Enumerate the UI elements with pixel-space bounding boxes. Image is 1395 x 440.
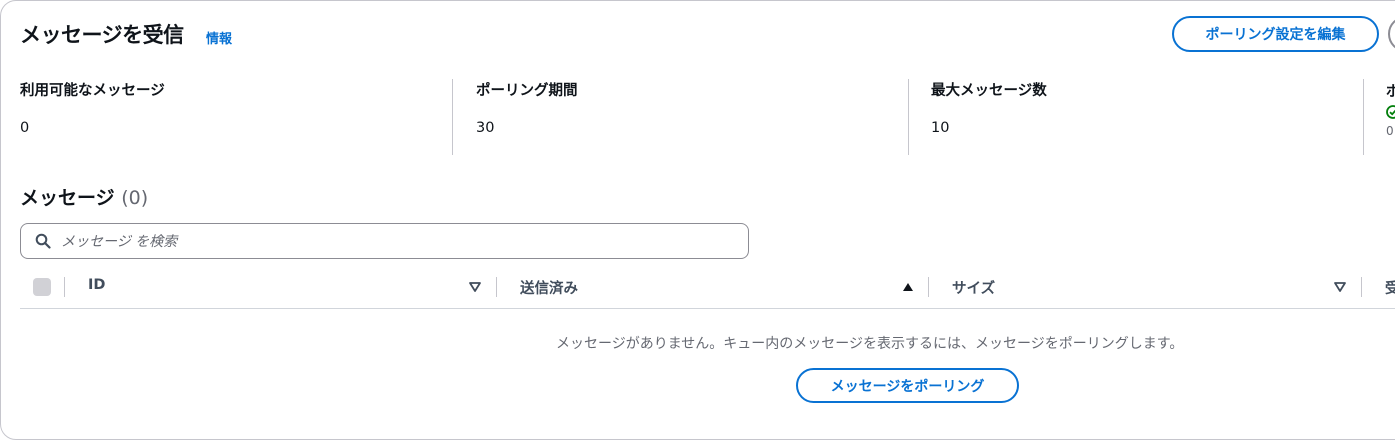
check-circle-icon <box>1386 105 1395 119</box>
stat-label: 利用可能なメッセージ <box>20 83 165 99</box>
empty-state-text: メッセージがありません。キュー内のメッセージを表示するには、メッセージをポーリン… <box>556 336 1184 352</box>
stat-max-messages: 最大メッセージ数 10 <box>931 79 1047 136</box>
messages-count: (0) <box>121 187 149 209</box>
stat-label: ポーリング期間 <box>476 83 578 99</box>
messages-title: メッセージ <box>20 187 115 209</box>
stat-divider <box>908 79 909 155</box>
edit-polling-settings-button[interactable]: ポーリング設定を編集 <box>1172 16 1379 52</box>
stat-value: 10 <box>931 120 950 136</box>
search-input[interactable]: メッセージ を検索 <box>20 223 749 259</box>
info-link[interactable]: 情報 <box>206 28 232 47</box>
secondary-button-partial[interactable] <box>1388 16 1395 52</box>
column-separator <box>1361 277 1362 297</box>
stat-polling-duration: ポーリング期間 30 <box>476 79 578 136</box>
search-icon <box>35 233 51 249</box>
table-header: ID 送信済み サイズ 受 <box>20 271 1395 309</box>
header-divider <box>20 308 1395 309</box>
stat-label: 最大メッセージ数 <box>931 83 1047 99</box>
column-separator <box>64 277 65 297</box>
column-header-sent[interactable]: 送信済み <box>520 277 578 298</box>
sort-down-icon[interactable] <box>1333 280 1347 294</box>
stat-label-partial: ポ <box>1386 84 1395 100</box>
poll-messages-button[interactable]: メッセージをポーリング <box>796 368 1019 403</box>
stat-value: 30 <box>476 120 495 136</box>
stat-divider <box>452 79 453 155</box>
search-placeholder: メッセージ を検索 <box>61 234 178 250</box>
select-all-checkbox[interactable] <box>33 278 51 296</box>
column-separator <box>928 277 929 297</box>
column-header-id[interactable]: ID <box>88 277 105 293</box>
receive-messages-panel: メッセージを受信 情報 ポーリング設定を編集 利用可能なメッセージ 0 ポーリン… <box>0 0 1395 440</box>
stat-divider <box>1363 79 1364 155</box>
column-separator <box>496 277 497 297</box>
stat-value: 0 <box>20 120 30 136</box>
page-title: メッセージを受信 <box>20 23 184 47</box>
messages-heading: メッセージ (0) <box>20 183 148 210</box>
stat-available-messages: 利用可能なメッセージ 0 <box>20 79 165 136</box>
column-header-received[interactable]: 受 <box>1385 277 1395 298</box>
stat-value-partial: 0 <box>1386 124 1394 138</box>
sort-down-icon[interactable] <box>468 280 482 294</box>
column-header-size[interactable]: サイズ <box>952 277 995 298</box>
sort-up-icon[interactable] <box>901 280 915 294</box>
